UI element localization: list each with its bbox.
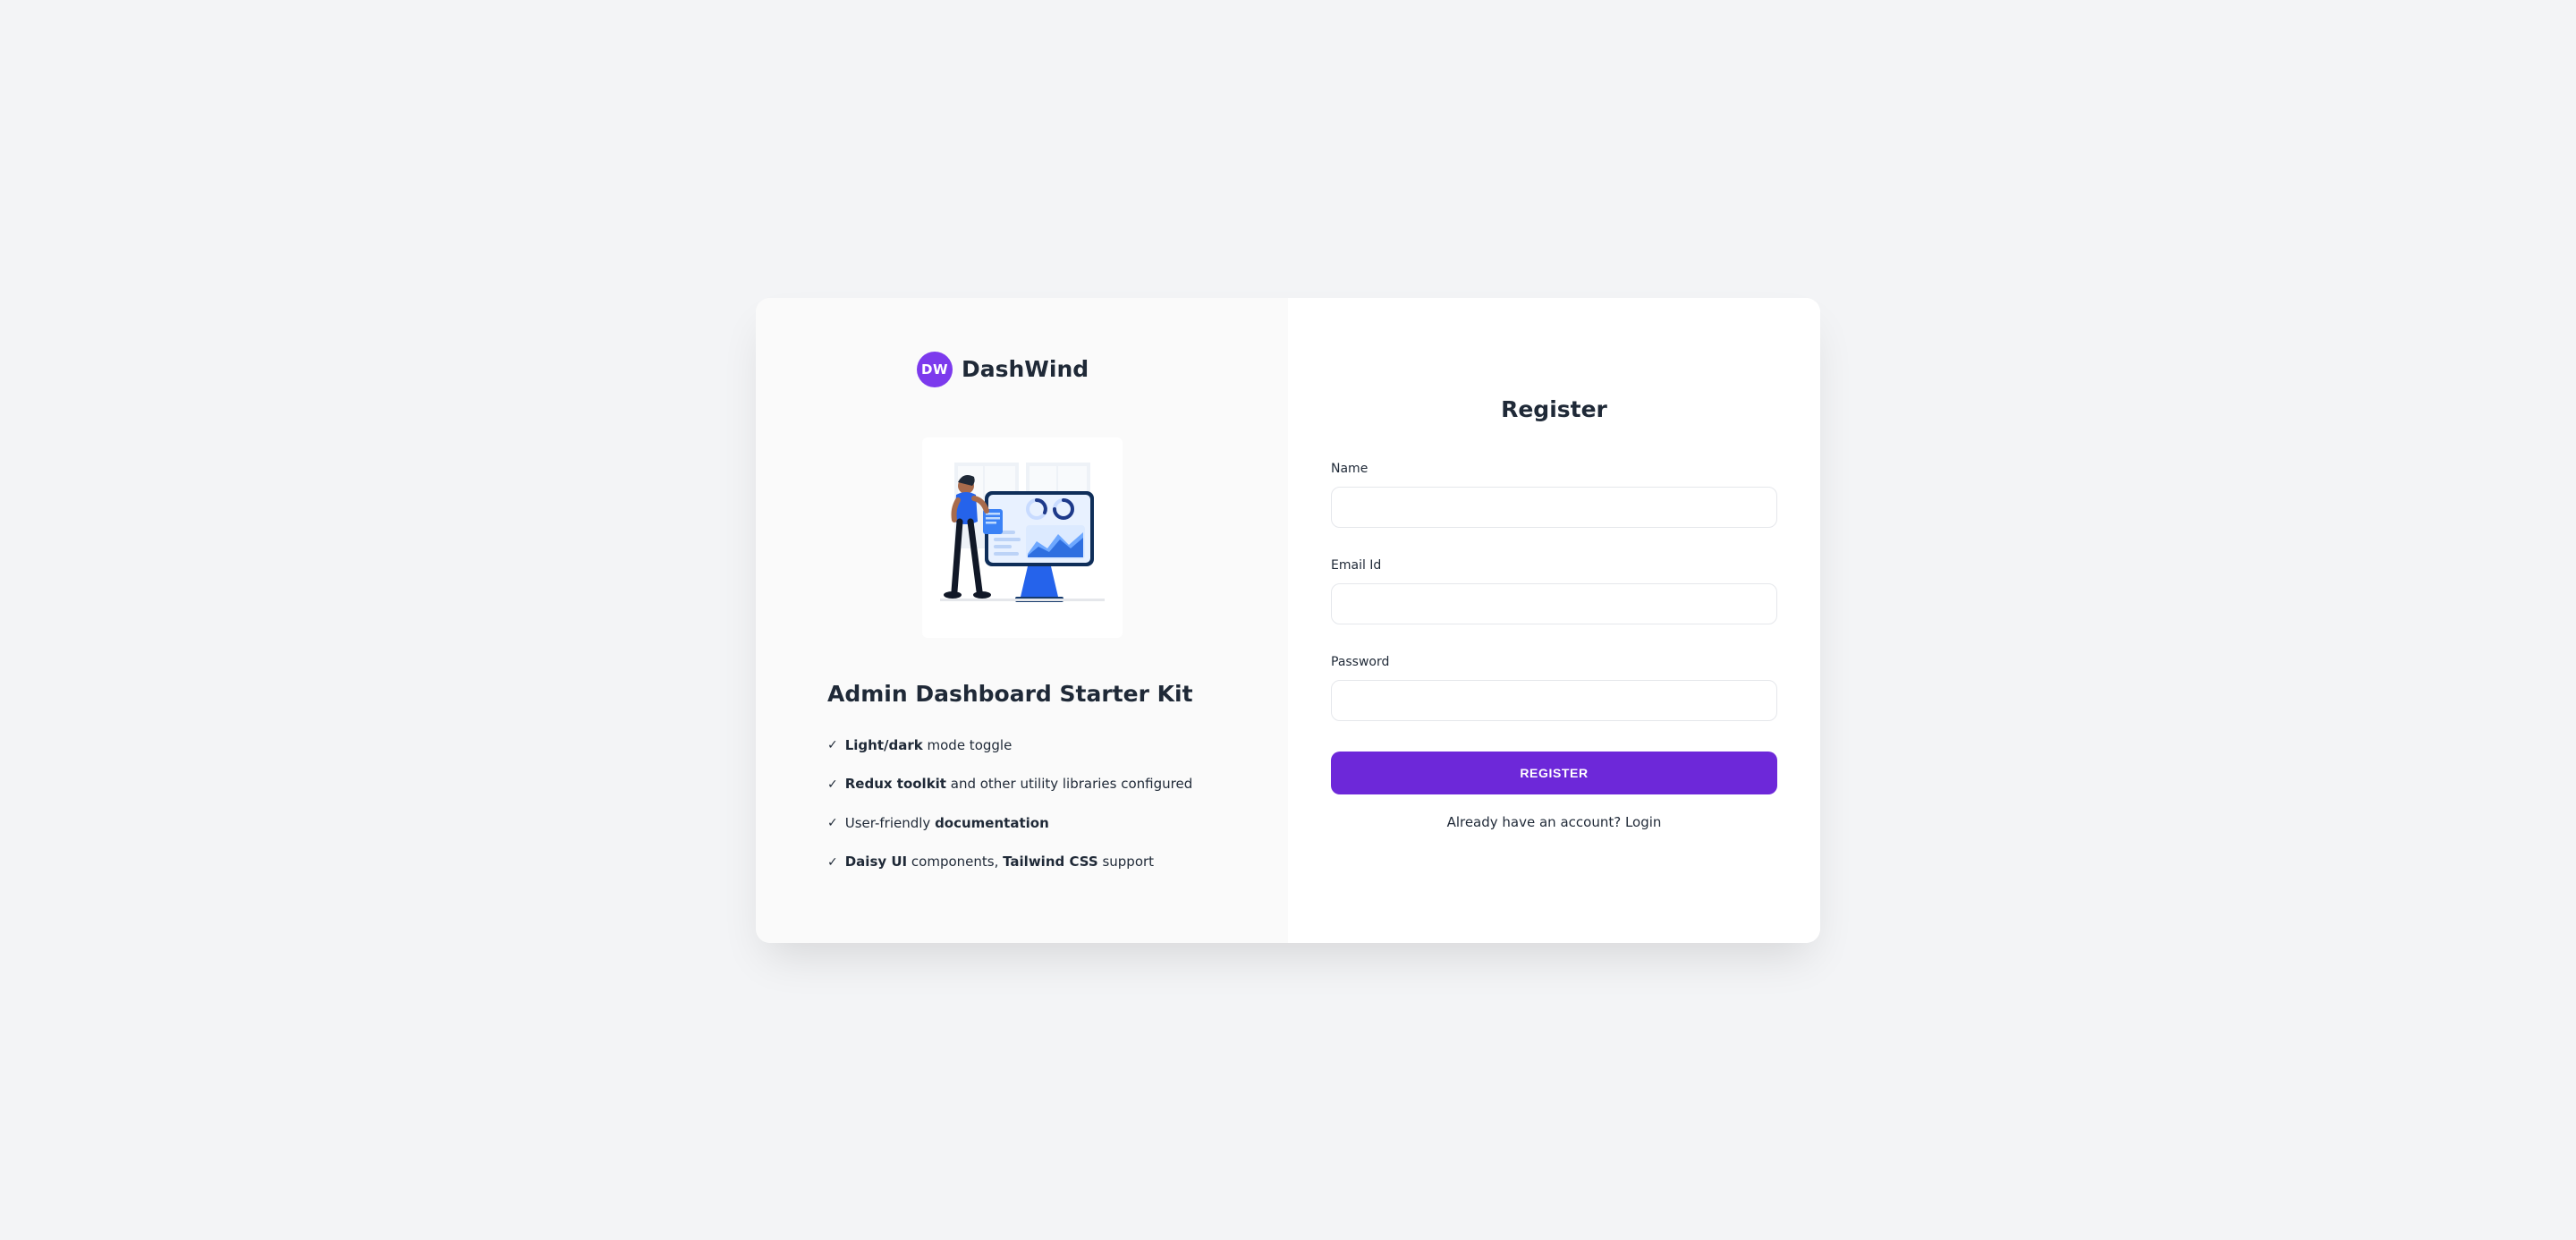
submit-wrap: Register bbox=[1331, 752, 1777, 794]
name-input[interactable] bbox=[1331, 487, 1777, 528]
logo-brand: DashWind bbox=[962, 356, 1089, 382]
feature-text: User-friendly documentation bbox=[845, 815, 1049, 833]
login-row: Already have an account? Login bbox=[1331, 814, 1777, 830]
email-input[interactable] bbox=[1331, 583, 1777, 624]
email-field-group: Email Id bbox=[1331, 558, 1777, 624]
check-icon: ✓ bbox=[827, 777, 838, 793]
logo-mark-text: DW bbox=[921, 361, 948, 378]
logo-mark: DW bbox=[917, 352, 953, 387]
password-input[interactable] bbox=[1331, 680, 1777, 721]
feature-text: Light/dark mode toggle bbox=[845, 737, 1013, 755]
feature-text: Redux toolkit and other utility librarie… bbox=[845, 776, 1193, 794]
feature-item: ✓ Light/dark mode toggle bbox=[827, 737, 1216, 755]
check-icon: ✓ bbox=[827, 737, 838, 753]
register-form: Name Email Id Password Register Already … bbox=[1331, 462, 1777, 830]
dashboard-illustration bbox=[922, 437, 1123, 638]
register-button[interactable]: Register bbox=[1331, 752, 1777, 794]
register-pane: Register Name Email Id Password Register… bbox=[1288, 298, 1820, 943]
check-icon: ✓ bbox=[827, 854, 838, 871]
form-title: Register bbox=[1331, 396, 1777, 422]
password-field-group: Password bbox=[1331, 655, 1777, 721]
login-link[interactable]: Login bbox=[1625, 814, 1661, 830]
feature-text: Daisy UI components, Tailwind CSS suppor… bbox=[845, 854, 1154, 871]
feature-item: ✓ User-friendly documentation bbox=[827, 815, 1216, 833]
illustration-wrap bbox=[827, 437, 1216, 638]
logo: DW DashWind bbox=[917, 352, 1216, 387]
login-prompt: Already have an account? bbox=[1447, 814, 1625, 830]
auth-card: DW DashWind bbox=[756, 298, 1820, 943]
password-label: Password bbox=[1331, 655, 1777, 669]
intro-pane: DW DashWind bbox=[756, 298, 1288, 943]
intro-title: Admin Dashboard Starter Kit bbox=[827, 681, 1216, 707]
name-label: Name bbox=[1331, 462, 1777, 476]
email-label: Email Id bbox=[1331, 558, 1777, 573]
feature-item: ✓ Redux toolkit and other utility librar… bbox=[827, 776, 1216, 794]
feature-item: ✓ Daisy UI components, Tailwind CSS supp… bbox=[827, 854, 1216, 871]
dashboard-illustration-svg bbox=[922, 437, 1123, 638]
check-icon: ✓ bbox=[827, 815, 838, 831]
name-field-group: Name bbox=[1331, 462, 1777, 528]
